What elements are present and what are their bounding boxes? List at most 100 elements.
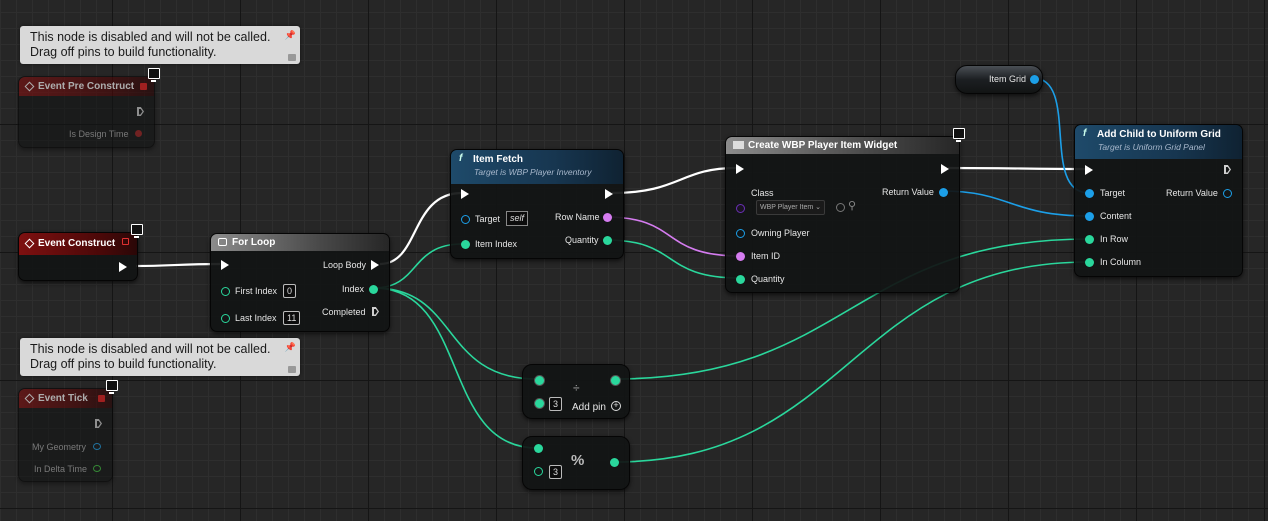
- exec-input-pin[interactable]: [461, 189, 469, 199]
- use-selected-icon[interactable]: [836, 203, 845, 212]
- exec-output-pin[interactable]: [605, 189, 613, 199]
- delegate-pin[interactable]: [140, 83, 147, 90]
- first-index-input[interactable]: 0: [283, 284, 297, 298]
- node-subtitle: Target is WBP Player Inventory: [474, 167, 592, 177]
- pin-label-class: Class: [751, 188, 774, 198]
- pin-label-target: Target: [475, 214, 501, 224]
- pin-label-target: Target: [1100, 188, 1126, 198]
- modulo-input-b-pin[interactable]: [534, 467, 543, 476]
- item-grid-output-pin[interactable]: [1030, 75, 1039, 84]
- class-dropdown[interactable]: WBP Player Item ⌄: [756, 200, 825, 215]
- completed-pin[interactable]: [372, 307, 379, 316]
- node-title: Event Construct: [38, 238, 116, 249]
- last-index-input[interactable]: 11: [283, 311, 301, 325]
- is-design-time-pin[interactable]: [135, 130, 142, 137]
- item-index-pin[interactable]: [461, 240, 470, 249]
- quantity-input-pin[interactable]: [736, 275, 745, 284]
- divide-node[interactable]: ÷ 3 Add pin +: [522, 364, 630, 419]
- wire-index-modulo: [373, 287, 538, 449]
- for-loop-node[interactable]: For Loop Loop Body First Index 0 Index L…: [210, 233, 390, 332]
- event-tick-node[interactable]: Event Tick My Geometry In Delta Time: [18, 388, 113, 482]
- exec-input-pin[interactable]: [1085, 165, 1093, 175]
- pin-label-in-column: In Column: [1100, 257, 1142, 267]
- exec-output-pin[interactable]: [941, 164, 949, 174]
- function-icon: f: [1083, 128, 1087, 139]
- event-icon: [24, 238, 35, 249]
- delegate-pin[interactable]: [122, 238, 129, 245]
- quantity-pin[interactable]: [603, 236, 612, 245]
- pin-label-loop-body: Loop Body: [323, 260, 367, 270]
- item-id-pin[interactable]: [736, 252, 745, 261]
- exec-output-pin[interactable]: [1224, 165, 1231, 174]
- divide-b-value-input[interactable]: 3: [549, 397, 563, 411]
- pin-label-my-geometry: My Geometry: [32, 442, 87, 452]
- monitor-icon: [106, 380, 118, 394]
- divide-output-pin[interactable]: [610, 375, 621, 386]
- browse-search-icon[interactable]: ⚲: [848, 199, 856, 212]
- warning-icon: [288, 366, 296, 373]
- exec-output-pin[interactable]: [95, 419, 102, 428]
- add-pin-label[interactable]: Add pin: [572, 402, 606, 413]
- event-icon: [24, 393, 35, 404]
- modulo-input-a-pin[interactable]: [534, 444, 543, 453]
- row-name-pin[interactable]: [603, 213, 612, 222]
- class-pin[interactable]: [736, 204, 745, 213]
- pin-label-in-row: In Row: [1100, 234, 1129, 244]
- node-header: f Item Fetch Target is WBP Player Invent…: [451, 150, 623, 184]
- in-delta-time-pin[interactable]: [93, 465, 101, 472]
- in-column-pin[interactable]: [1085, 258, 1094, 267]
- wire-index-divide: [373, 287, 538, 380]
- node-title: Add Child to Uniform Grid: [1097, 129, 1221, 140]
- target-pin[interactable]: [461, 215, 470, 224]
- tooltip-line-1: This node is disabled and will not be ca…: [30, 30, 271, 44]
- loop-body-pin[interactable]: [371, 260, 379, 270]
- owning-player-pin[interactable]: [736, 229, 745, 238]
- last-index-pin[interactable]: [221, 314, 230, 323]
- return-value-pin[interactable]: [1223, 189, 1232, 198]
- content-pin[interactable]: [1085, 212, 1094, 221]
- add-pin-icon[interactable]: +: [611, 401, 621, 411]
- event-construct-node[interactable]: Event Construct: [18, 232, 138, 281]
- delegate-pin[interactable]: [98, 395, 105, 402]
- modulo-b-value-input[interactable]: 3: [549, 465, 563, 479]
- node-title: Event Pre Construct: [38, 81, 135, 92]
- in-row-pin[interactable]: [1085, 235, 1094, 244]
- divide-input-a-pin[interactable]: [534, 375, 545, 386]
- event-pre-construct-node[interactable]: Event Pre Construct Is Design Time: [18, 76, 155, 148]
- pin-label-is-design-time: Is Design Time: [69, 129, 129, 139]
- modulo-output-pin[interactable]: [610, 458, 619, 467]
- wire-rowname-itemid: [605, 216, 741, 257]
- divide-symbol: ÷: [573, 381, 580, 395]
- event-icon: [24, 81, 35, 92]
- exec-input-pin[interactable]: [221, 260, 229, 270]
- exec-input-pin[interactable]: [736, 164, 744, 174]
- disabled-node-tooltip: This node is disabled and will not be ca…: [20, 26, 300, 64]
- add-child-node[interactable]: f Add Child to Uniform Grid Target is Un…: [1074, 124, 1243, 277]
- exec-output-pin[interactable]: [137, 107, 144, 116]
- target-pin[interactable]: [1085, 189, 1094, 198]
- wire-return-content: [941, 190, 1090, 217]
- pin-label-return-value: Return Value: [882, 187, 934, 197]
- pin-icon[interactable]: 📌: [285, 340, 296, 355]
- divide-input-b-pin[interactable]: [534, 398, 545, 409]
- target-self-input[interactable]: self: [506, 211, 529, 226]
- exec-output-pin[interactable]: [119, 262, 127, 272]
- return-value-pin[interactable]: [939, 188, 948, 197]
- node-header: Event Pre Construct: [19, 77, 154, 96]
- first-index-pin[interactable]: [221, 287, 230, 296]
- pin-label-quantity: Quantity: [751, 274, 785, 284]
- create-widget-node[interactable]: Create WBP Player Item Widget Class WBP …: [725, 136, 960, 293]
- item-fetch-node[interactable]: f Item Fetch Target is WBP Player Invent…: [450, 149, 624, 259]
- pin-icon[interactable]: 📌: [285, 28, 296, 43]
- chevron-down-icon: ⌄: [815, 204, 821, 211]
- node-header: Event Construct: [19, 233, 137, 255]
- node-header: Create WBP Player Item Widget: [726, 137, 959, 154]
- loop-icon: [218, 238, 227, 247]
- modulo-symbol: %: [571, 452, 585, 469]
- tooltip-line-1: This node is disabled and will not be ca…: [30, 342, 271, 356]
- modulo-node[interactable]: % 3: [522, 436, 630, 490]
- index-pin[interactable]: [369, 285, 378, 294]
- wire-exec-construct-forloop: [135, 262, 221, 268]
- item-grid-variable-node[interactable]: Item Grid: [955, 65, 1043, 94]
- my-geometry-pin[interactable]: [93, 443, 101, 450]
